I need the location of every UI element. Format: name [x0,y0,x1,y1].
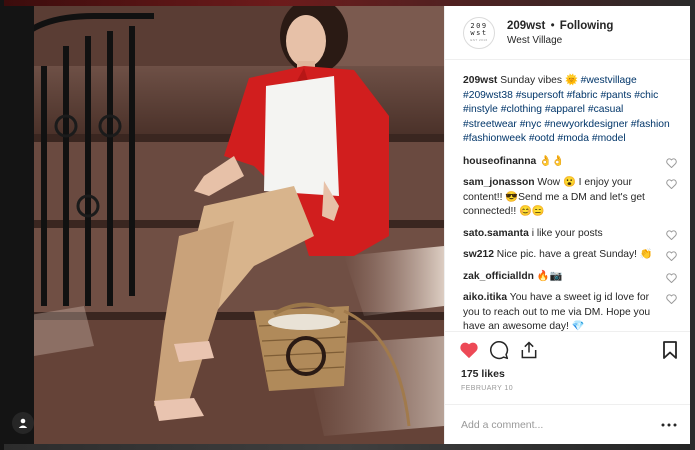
post-side-panel: 209 wst EST 2016 209wst • Following West… [444,6,690,444]
hashtag-link[interactable]: #casual [588,104,624,115]
comment-row: sato.samanta i like your posts [463,227,678,242]
hashtag-link[interactable]: #apparel [545,104,585,115]
account-avatar[interactable]: 209 wst EST 2016 [463,16,495,49]
comment-body: aiko.itika You have a sweet ig id love f… [463,291,664,331]
comment-like-button[interactable] [664,251,678,261]
more-icon [661,423,677,426]
share-button[interactable] [519,337,549,363]
comments-list[interactable]: 209wst Sunday vibes 🌞 #westvillage #209w… [445,60,690,331]
header-text: 209wst • Following West Village [507,19,613,47]
backdrop-strip-bottom [0,444,695,450]
hashtag-link[interactable]: #fashion [631,119,670,130]
hashtag-link[interactable]: #moda [558,133,589,144]
location-link[interactable]: West Village [507,34,613,47]
comment-username[interactable]: aiko.itika [463,292,507,303]
hashtag-link[interactable]: #fabric [567,90,598,101]
heart-outline-icon [665,179,677,189]
photo-illustration [4,6,444,444]
comment-body: sato.samanta i like your posts [463,227,664,242]
comment-icon [490,340,509,359]
comment-body: zak_officialldn 🔥📷 [463,270,664,285]
heart-outline-icon [665,294,677,304]
heart-outline-icon [665,251,677,261]
hashtag-link[interactable]: #westvillage [581,75,637,86]
save-button[interactable] [648,337,678,363]
share-icon [521,340,537,358]
comment-like-button[interactable] [664,272,678,283]
hashtag-link[interactable]: #pants [600,90,631,101]
comment-rows: houseofinanna 👌👌 sam_jonasson Wow 😮 I enj… [463,155,678,331]
caption-emoji: 🌞 [564,75,578,86]
like-button[interactable] [459,337,489,363]
account-username[interactable]: 209wst [507,20,545,32]
action-bar [445,331,690,367]
comment-username[interactable]: sw212 [463,249,494,260]
comment-row: zak_officialldn 🔥📷 [463,270,678,285]
more-options-button[interactable] [660,418,678,432]
likes-count[interactable]: 175 likes [445,367,690,381]
hashtag-link[interactable]: #instyle [463,104,498,115]
hashtag-link[interactable]: #chic [634,90,658,101]
comment-text: Nice pic. have a great Sunday! 👏 [496,249,653,260]
header-separator: • [550,19,555,32]
caption-username[interactable]: 209wst [463,75,497,86]
hashtag-link[interactable]: #fashionweek [463,133,526,144]
heart-outline-icon [665,272,677,283]
comment-like-button[interactable] [664,229,678,240]
backdrop-right-edge [690,0,695,450]
avatar-logo-small: EST 2016 [470,38,488,42]
comment-row: aiko.itika You have a sweet ig id love f… [463,291,678,331]
comment-username[interactable]: houseofinanna [463,156,536,167]
bookmark-icon [663,340,677,359]
post-modal: 209 wst EST 2016 209wst • Following West… [4,6,690,444]
comment-like-button[interactable] [664,294,678,304]
caption-text: Sunday vibes [500,75,563,86]
hashtag-link[interactable]: #ootd [529,133,555,144]
following-button[interactable]: Following [560,20,614,32]
comment-row: sam_jonasson Wow 😮 I enjoy your content!… [463,176,678,220]
comment-button[interactable] [489,337,519,363]
comment-row: sw212 Nice pic. have a great Sunday! 👏 [463,248,678,263]
post-date[interactable]: FEBRUARY 10 [445,381,690,394]
hashtag-link[interactable]: #streetwear [463,119,517,130]
hashtag-link[interactable]: #209wst38 [463,90,513,101]
hashtag-link[interactable]: #clothing [501,104,542,115]
comment-like-button[interactable] [664,157,678,168]
add-comment-bar [445,404,690,444]
comment-username[interactable]: sam_jonasson [463,177,535,188]
comment-text: i like your posts [531,227,603,239]
comment-username[interactable]: sato.samanta [463,228,529,239]
hashtag-link[interactable]: #model [592,133,626,144]
comment-row: houseofinanna 👌👌 [463,155,678,170]
comment-body: houseofinanna 👌👌 [463,155,664,170]
comment-body: sam_jonasson Wow 😮 I enjoy your content!… [463,176,664,220]
header-line: 209wst • Following [507,19,613,34]
comment-username[interactable]: zak_officialldn [463,271,534,282]
hashtag-link[interactable]: #nyc [520,119,542,130]
heart-outline-icon [665,157,677,168]
comment-like-button[interactable] [664,179,678,189]
user-tag-icon[interactable] [12,412,34,434]
add-comment-input[interactable] [461,418,660,431]
comment-text: 👌👌 [539,155,565,167]
comment-body: sw212 Nice pic. have a great Sunday! 👏 [463,248,664,263]
hashtag-link[interactable]: #newyorkdesigner [544,119,628,130]
avatar-logo-line-2: wst [470,29,488,37]
post-header: 209 wst EST 2016 209wst • Following West… [445,6,690,60]
post-caption: 209wst Sunday vibes 🌞 #westvillage #209w… [463,74,678,147]
comment-text: 🔥📷 [536,270,563,282]
heart-filled-icon [460,342,478,358]
hashtag-link[interactable]: #supersoft [516,90,564,101]
heart-outline-icon [665,229,677,240]
user-tag-glyph [18,418,28,428]
post-photo[interactable] [4,6,444,444]
